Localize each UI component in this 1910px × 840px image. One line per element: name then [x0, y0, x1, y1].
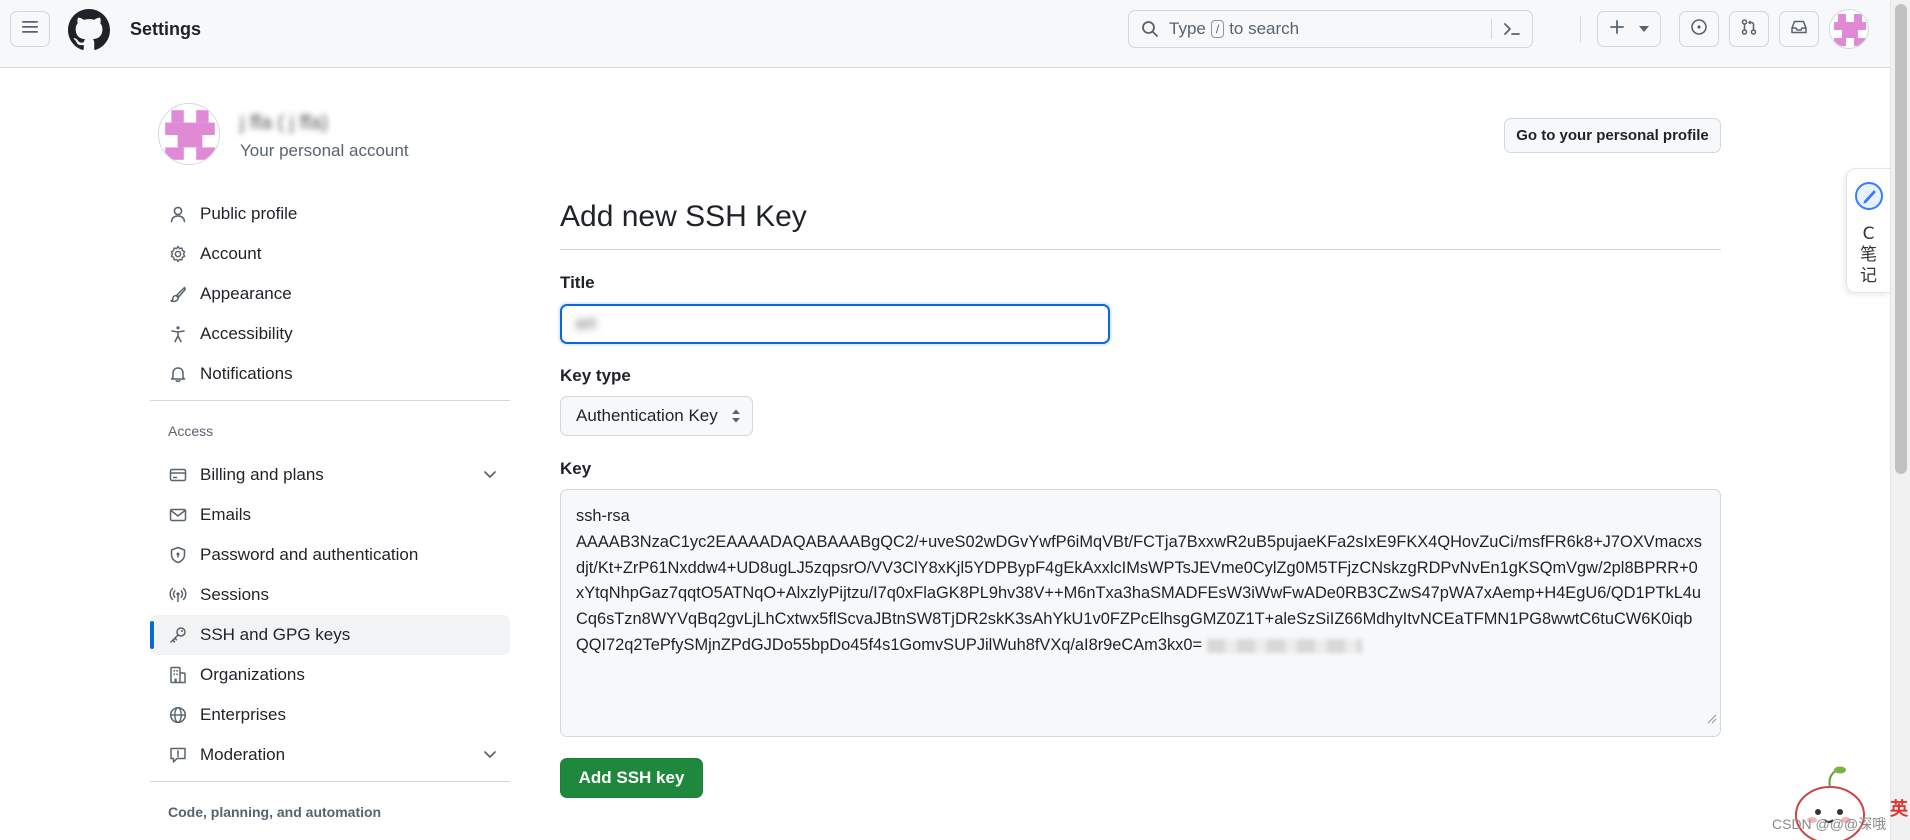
sidebar-item-enterprises[interactable]: Enterprises — [150, 695, 510, 735]
title-label: Title — [560, 273, 595, 292]
sidebar-item-billing[interactable]: Billing and plans — [150, 455, 510, 495]
accessibility-icon — [168, 324, 188, 344]
page-context-title[interactable]: Settings — [130, 19, 201, 40]
issues-button[interactable] — [1679, 11, 1719, 47]
sidebar-item-label: Account — [200, 244, 262, 263]
key-comment-redacted — [1206, 638, 1362, 653]
key-type-select[interactable]: Authentication Key — [560, 396, 753, 436]
mail-icon — [168, 505, 188, 525]
bell-icon — [168, 364, 188, 384]
select-arrows-icon — [731, 408, 741, 424]
app-header: Settings Type / to search — [0, 0, 1890, 68]
shield-lock-icon — [168, 545, 188, 565]
key-label: Key — [560, 459, 592, 478]
sidebar-item-label: Public profile — [200, 204, 298, 223]
menu-button[interactable] — [10, 11, 50, 47]
report-icon — [168, 745, 188, 765]
profile-avatar[interactable] — [158, 103, 220, 165]
key-type-prefix: ssh-rsa — [576, 507, 630, 525]
sidebar-item-label: Enterprises — [200, 705, 286, 724]
organization-icon — [168, 665, 188, 685]
note-widget[interactable]: C笔记 — [1846, 168, 1890, 293]
sidebar-item-emails[interactable]: Emails — [150, 495, 510, 535]
scrollbar-thumb[interactable] — [1895, 4, 1907, 474]
sidebar-item-label: Organizations — [200, 665, 305, 684]
csdn-watermark: CSDN @@@深哦 — [1772, 816, 1887, 832]
create-new-button[interactable] — [1597, 11, 1661, 47]
sidebar-item-label: Appearance — [200, 284, 292, 303]
key-type-selected-value: Authentication Key — [576, 406, 718, 425]
title-field[interactable]: ert — [560, 304, 1110, 344]
add-ssh-key-button[interactable]: Add SSH key — [560, 758, 703, 798]
credit-card-icon — [168, 465, 188, 485]
sidebar-item-sessions[interactable]: Sessions — [150, 575, 510, 615]
watermark-corner-char: 英 — [1890, 799, 1908, 819]
sidebar-item-notifications[interactable]: Notifications — [150, 354, 510, 394]
sidebar-item-public-profile[interactable]: Public profile — [150, 194, 510, 234]
inbox-icon — [1790, 18, 1808, 41]
sidebar-item-label: Emails — [200, 505, 252, 524]
sidebar-heading-access: Access — [168, 423, 214, 439]
sidebar-item-label: Moderation — [200, 745, 286, 764]
sidebar-item-label: Notifications — [200, 364, 293, 383]
search-placeholder-before: Type — [1169, 19, 1206, 38]
sidebar-item-organizations[interactable]: Organizations — [150, 655, 510, 695]
issue-opened-icon — [1690, 18, 1708, 41]
title-divider — [560, 249, 1721, 250]
plus-icon — [1609, 19, 1625, 40]
git-pull-request-icon — [1740, 18, 1758, 41]
triangle-down-icon — [1639, 26, 1649, 32]
sidebar-item-label: Sessions — [200, 585, 269, 604]
sidebar-item-label: Password and authentication — [200, 545, 419, 564]
pull-requests-button[interactable] — [1729, 11, 1769, 47]
user-avatar[interactable] — [1829, 9, 1869, 49]
inbox-button[interactable] — [1779, 11, 1819, 47]
sidebar-group-code: Code, planning, and automation — [150, 781, 510, 828]
profile-username[interactable]: j ffa ( j ffa) — [240, 112, 328, 135]
title-field-value: ert — [576, 314, 596, 333]
github-logo-icon[interactable] — [68, 9, 110, 51]
sidebar-item-label: Billing and plans — [200, 465, 324, 484]
key-value: AAAAB3NzaC1yc2EAAAADAQABAAABgQC2/+uveS02… — [576, 532, 1702, 654]
sidebar-item-ssh-gpg-keys[interactable]: SSH and GPG keys — [150, 615, 510, 655]
resize-handle-icon[interactable] — [1705, 707, 1717, 733]
search-divider — [1491, 19, 1492, 39]
command-palette-icon[interactable] — [1502, 20, 1522, 38]
search-placeholder-after: to search — [1229, 19, 1300, 38]
settings-sidebar: Public profile Account Appearance Access… — [150, 194, 510, 836]
page-title: Add new SSH Key — [560, 200, 807, 233]
sidebar-item-moderation[interactable]: Moderation — [150, 735, 510, 775]
chevron-down-icon[interactable] — [482, 466, 498, 482]
person-icon — [168, 204, 188, 224]
paintbrush-icon — [168, 284, 188, 304]
search-shortcut-key: / — [1210, 20, 1225, 38]
sidebar-item-appearance[interactable]: Appearance — [150, 274, 510, 314]
hamburger-icon — [21, 19, 39, 40]
sidebar-group-access: Access Billing and plans Emails Password… — [150, 400, 510, 775]
broadcast-icon — [168, 585, 188, 605]
chevron-down-icon[interactable] — [482, 746, 498, 762]
profile-username-text: j ffa ( j ffa) — [240, 112, 329, 134]
key-type-label: Key type — [560, 366, 631, 385]
page-scrollbar[interactable] — [1890, 0, 1910, 840]
gear-icon — [168, 244, 188, 264]
search-input[interactable]: Type / to search — [1128, 10, 1533, 48]
header-divider — [1580, 16, 1581, 42]
globe-icon — [168, 705, 188, 725]
sidebar-item-label: SSH and GPG keys — [200, 625, 351, 644]
sidebar-item-label: Accessibility — [200, 324, 293, 343]
sidebar-item-password-authentication[interactable]: Password and authentication — [150, 535, 510, 575]
key-textarea[interactable]: ssh-rsa AAAAB3NzaC1yc2EAAAADAQABAAABgQC2… — [560, 489, 1721, 737]
search-placeholder: Type / to search — [1169, 19, 1299, 39]
profile-subtitle: Your personal account — [240, 141, 409, 160]
sidebar-item-account[interactable]: Account — [150, 234, 510, 274]
sidebar-item-accessibility[interactable]: Accessibility — [150, 314, 510, 354]
go-to-profile-button[interactable]: Go to your personal profile — [1504, 118, 1721, 153]
key-icon — [168, 625, 188, 645]
search-icon — [1141, 20, 1159, 38]
note-widget-icon — [1854, 181, 1884, 216]
sidebar-heading-code: Code, planning, and automation — [168, 804, 382, 820]
note-widget-text: C笔记 — [1860, 224, 1877, 286]
sidebar-group-top: Public profile Account Appearance Access… — [150, 194, 510, 394]
